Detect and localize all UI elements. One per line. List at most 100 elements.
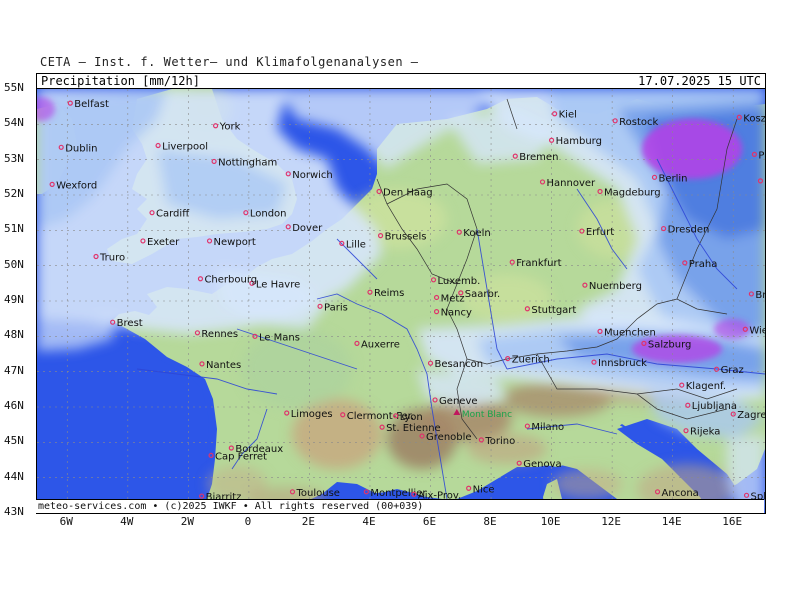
- city-label: Rostock: [619, 117, 658, 128]
- city-marker: Hamburg: [548, 136, 602, 147]
- city-label: Reims: [374, 288, 404, 299]
- city-label: Rennes: [201, 329, 238, 340]
- city-marker: Cardiff: [149, 209, 190, 220]
- lon-tick-label: 4E: [362, 515, 376, 528]
- city-marker: Rostock: [612, 117, 659, 128]
- city-label: Muenchen: [604, 327, 656, 338]
- city-label: Magdeburg: [604, 187, 661, 198]
- city-marker: Genova: [516, 459, 562, 470]
- city-marker: Belfast: [67, 99, 109, 110]
- city-label: Truro: [99, 252, 125, 263]
- city-marker: Koeln: [456, 228, 491, 239]
- city-marker: Berlin: [651, 173, 688, 184]
- city-marker: Le Mans: [252, 332, 300, 343]
- city-label: Den Haag: [383, 187, 433, 198]
- city-marker: Wexford: [49, 180, 97, 191]
- peak-label: Mont Blanc: [462, 410, 512, 420]
- city-marker: Cherbourg: [197, 275, 257, 286]
- city-label: Klagenf.: [686, 381, 726, 392]
- city-marker: Saarbr.: [458, 289, 500, 300]
- city-label: Zuerich: [512, 355, 550, 366]
- city-label: Wien: [749, 325, 765, 336]
- info-bar: Precipitation [mm/12h] 17.07.2025 15 UTC: [36, 73, 766, 89]
- city-label: Milano: [531, 422, 564, 433]
- city-label: Erfurt: [586, 227, 614, 238]
- city-label: Cap Ferret: [215, 451, 267, 462]
- city-label: Paris: [324, 302, 348, 313]
- city-marker: Dresden: [660, 225, 709, 236]
- city-label: Brest: [117, 318, 143, 329]
- lat-tick-label: 50N: [4, 257, 24, 271]
- city-label: Frankfurt: [516, 258, 561, 269]
- city-marker: Salzburg: [641, 339, 691, 350]
- city-label: Geneve: [439, 396, 477, 407]
- city-label: Le Mans: [259, 332, 300, 343]
- city-marker: Cap Ferret: [208, 451, 267, 462]
- city-marker: Zuerich: [505, 355, 550, 366]
- lon-tick-label: 6E: [422, 515, 437, 528]
- city-marker: Nancy: [433, 308, 472, 319]
- lat-tick-label: 52N: [4, 187, 24, 200]
- city-marker: London: [243, 209, 287, 220]
- lat-tick-label: 49N: [4, 293, 24, 306]
- city-marker: Auxerre: [354, 339, 400, 350]
- city-marker: Luxemb.: [430, 276, 481, 287]
- lon-tick-label: 16E: [722, 515, 743, 528]
- city-label: Wexford: [56, 180, 97, 191]
- city-label: Saarbr.: [465, 289, 500, 300]
- city-label: Genova: [523, 459, 561, 470]
- city-label: Pila: [758, 150, 765, 161]
- city-marker: Rijeka: [683, 427, 720, 438]
- city-marker: Toulouse: [289, 488, 340, 499]
- city-marker: Ancona: [654, 488, 699, 499]
- valid-time-label: 17.07.2025 15 UTC: [638, 74, 761, 88]
- city-label: Stuttgart: [531, 305, 576, 316]
- lat-tick-label: 44N: [4, 469, 24, 483]
- city-label: Koszalin: [743, 113, 765, 124]
- lat-tick-label: 43N: [4, 505, 24, 518]
- parameter-label: Precipitation [mm/12h]: [41, 74, 200, 88]
- lon-tick-label: 6W: [59, 515, 73, 528]
- lat-tick-label: 45N: [4, 434, 24, 448]
- city-marker: Hannover: [539, 178, 597, 189]
- city-marker: Norwich: [285, 170, 333, 181]
- city-label: Poznan: [764, 177, 765, 188]
- lat-tick-label: 53N: [4, 151, 24, 165]
- city-label: Rijeka: [690, 427, 720, 438]
- city-marker: Bremen: [512, 152, 558, 163]
- city-marker: Nottingham: [211, 157, 277, 168]
- lon-tick-label: 12E: [601, 515, 622, 528]
- city-label: Cardiff: [156, 209, 190, 220]
- city-marker: Ljubljana: [685, 401, 737, 412]
- city-label: Norwich: [292, 170, 333, 181]
- lon-tick-label: 8E: [483, 515, 497, 528]
- lat-tick-label: 54N: [4, 116, 24, 130]
- city-label: Ljubljana: [692, 401, 737, 412]
- city-marker: Liverpool: [155, 142, 208, 153]
- city-label: Lyon: [400, 412, 423, 423]
- city-label: Limoges: [291, 409, 333, 420]
- city-marker: Newport: [206, 237, 256, 248]
- city-marker: Innsbruck: [591, 358, 647, 369]
- city-marker: Dover: [285, 223, 323, 234]
- city-label: London: [250, 209, 287, 220]
- city-marker: Nuernberg: [582, 281, 642, 292]
- lat-tick-label: 46N: [4, 399, 24, 412]
- city-marker: Limoges: [284, 409, 333, 420]
- city-label: Liverpool: [162, 142, 208, 153]
- city-marker: Klagenf.: [679, 381, 726, 392]
- city-label: Graz: [721, 365, 744, 376]
- city-label: Hannover: [547, 178, 597, 189]
- city-marker: Le Havre: [249, 279, 300, 290]
- city-label: Kiel: [559, 110, 577, 121]
- lon-tick-label: 2E: [301, 515, 316, 528]
- lat-tick-label: 55N: [4, 81, 24, 94]
- city-marker: Brussels: [377, 232, 426, 243]
- city-label: Luxemb.: [438, 276, 481, 287]
- city-marker: Frankfurt: [509, 258, 562, 269]
- chart-title: CETA — Inst. f. Wetter— und Klimafolgena…: [40, 55, 419, 69]
- city-label: Nantes: [206, 360, 241, 371]
- city-label: Toulouse: [295, 488, 339, 499]
- map-frame: Belfast York Kiel Rostock Koszalin Dublin Live…: [36, 88, 766, 514]
- city-marker: Erfurt: [579, 227, 614, 238]
